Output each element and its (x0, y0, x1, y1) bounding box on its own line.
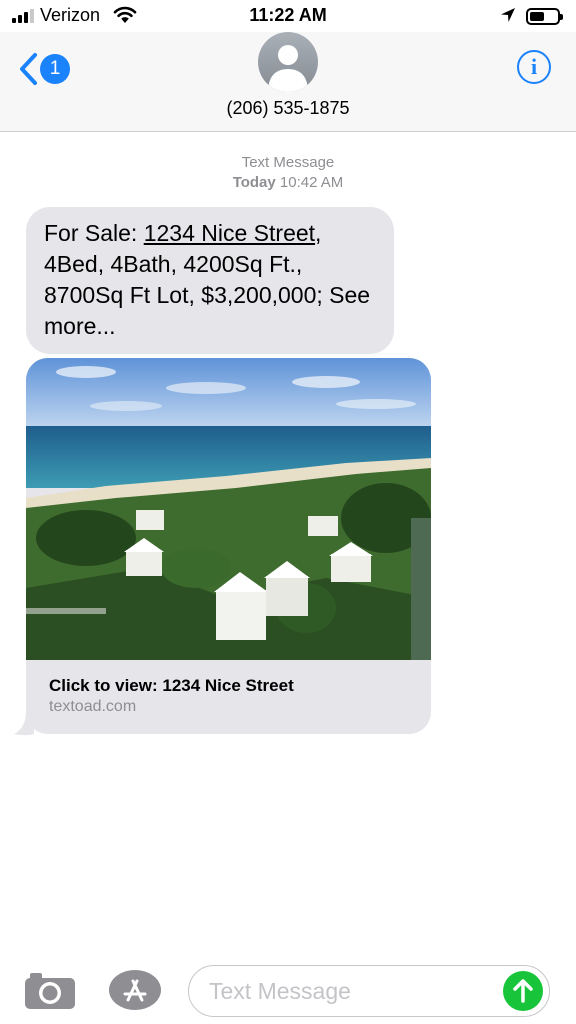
camera-button[interactable] (24, 970, 76, 1010)
app-store-icon (109, 970, 161, 1010)
battery-icon (526, 8, 563, 25)
person-icon (268, 45, 308, 92)
avatar[interactable] (258, 32, 318, 92)
back-button[interactable]: 1 (16, 50, 76, 88)
contact-number[interactable]: (206) 535-1875 (0, 98, 576, 119)
property-photo (26, 358, 431, 660)
arrow-up-icon (513, 979, 533, 1003)
chevron-left-icon (20, 53, 37, 85)
clock: 11:22 AM (249, 5, 327, 25)
camera-icon (25, 973, 75, 1009)
thread-timestamp: Text Message Today 10:42 AM (0, 153, 576, 193)
message-prefix: For Sale: (44, 220, 144, 246)
unread-badge: 1 (40, 54, 70, 84)
service-label: Text Message (241, 154, 335, 171)
app-store-button[interactable] (108, 969, 162, 1011)
location-arrow-icon (501, 8, 515, 22)
message-input[interactable] (188, 965, 550, 1017)
day-label: Today (232, 174, 276, 191)
message-bubble[interactable]: For Sale: 1234 Nice Street, 4Bed, 4Bath,… (26, 207, 394, 354)
link-preview[interactable]: Click to view: 1234 Nice Street textoad.… (26, 358, 431, 734)
link-title: Click to view: 1234 Nice Street (49, 676, 294, 695)
status-bar: Verizon 11:22 AM (0, 0, 576, 32)
bubble-tail (14, 712, 34, 736)
link-domain: textoad.com (49, 698, 137, 715)
send-button[interactable] (503, 971, 543, 1011)
time-label: 10:42 AM (279, 174, 344, 191)
address-link[interactable]: 1234 Nice Street (144, 220, 315, 246)
info-icon[interactable]: i (517, 50, 551, 84)
conversation-header: 1 (206) 535-1875 i (0, 32, 576, 132)
